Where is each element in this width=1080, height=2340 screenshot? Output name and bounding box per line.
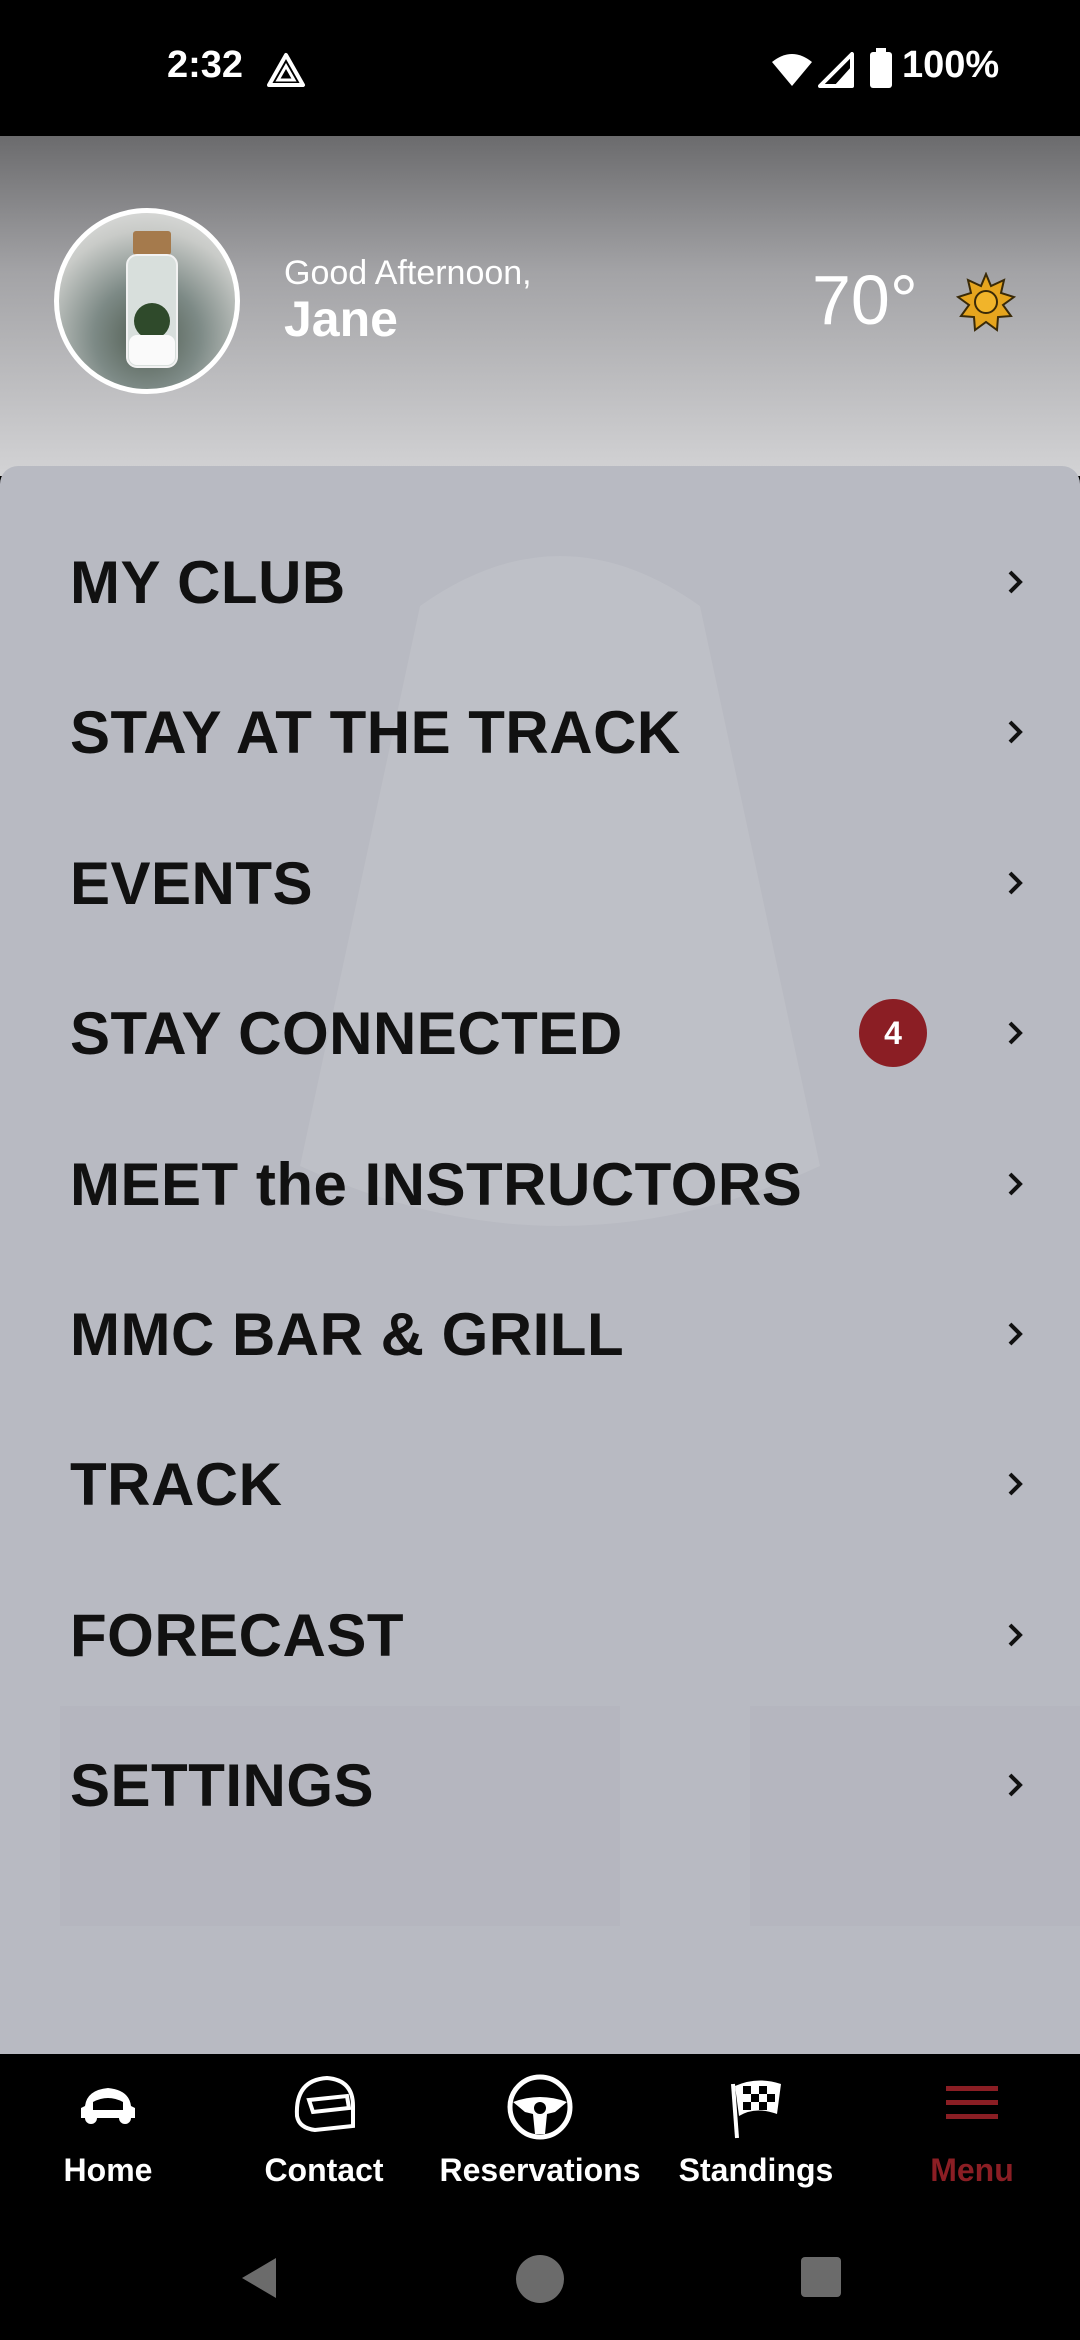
menu-item-label: FORECAST xyxy=(70,1601,404,1669)
nav-label: Contact xyxy=(264,2152,384,2188)
nav-label: Standings xyxy=(678,2152,834,2188)
steering-wheel-icon xyxy=(507,2074,573,2140)
nav-label: Menu xyxy=(930,2152,1014,2188)
chevron-right-icon xyxy=(1008,1021,1023,1045)
wifi-icon xyxy=(772,54,812,86)
chevron-right-icon xyxy=(1008,871,1023,895)
bottom-navigation: Home Contact Reservations Standings Menu xyxy=(0,2054,1080,2224)
nav-tab-menu[interactable]: Menu xyxy=(864,2054,1080,2224)
menu-item-label: MEET the INSTRUCTORS xyxy=(70,1150,803,1218)
greeting-text: Good Afternoon, xyxy=(284,254,532,292)
nav-label: Reservations xyxy=(439,2152,641,2188)
menu-item-label: SETTINGS xyxy=(70,1751,375,1819)
status-time: 2:32 xyxy=(167,44,244,86)
main-menu: MY CLUB STAY AT THE TRACK EVENTS STAY CO… xyxy=(0,466,1080,2054)
system-navigation-bar xyxy=(0,2224,1080,2340)
signal-icon xyxy=(818,52,854,88)
menu-item-label: TRACK xyxy=(70,1450,283,1518)
menu-item-track[interactable]: TRACK xyxy=(0,1409,1080,1559)
menu-item-stay-connected[interactable]: STAY CONNECTED 4 xyxy=(0,958,1080,1108)
chevron-right-icon xyxy=(1008,720,1023,744)
menu-item-label: MY CLUB xyxy=(70,548,346,616)
battery-icon xyxy=(870,48,892,88)
chevron-right-icon xyxy=(1008,570,1023,594)
menu-item-my-club[interactable]: MY CLUB xyxy=(0,507,1080,657)
sun-icon xyxy=(956,272,1016,332)
menu-item-label: MMC BAR & GRILL xyxy=(70,1300,625,1368)
status-bar: 2:32 100% xyxy=(0,0,1080,136)
chevron-right-icon xyxy=(1008,1623,1023,1647)
checkered-flag-icon xyxy=(731,2080,781,2139)
menu-item-meet-the-instructors[interactable]: MEET the INSTRUCTORS xyxy=(0,1109,1080,1259)
profile-header: Good Afternoon, Jane 70° xyxy=(0,136,1080,476)
user-name: Jane xyxy=(284,291,398,347)
notification-badge: 4 xyxy=(859,999,927,1067)
nav-tab-standings[interactable]: Standings xyxy=(648,2054,864,2224)
nav-tab-home[interactable]: Home xyxy=(0,2054,216,2224)
menu-item-stay-at-the-track[interactable]: STAY AT THE TRACK xyxy=(0,657,1080,807)
battery-percentage: 100% xyxy=(902,44,1000,86)
menu-item-label: STAY AT THE TRACK xyxy=(70,698,681,766)
chevron-right-icon xyxy=(1008,1172,1023,1196)
chevron-right-icon xyxy=(1008,1322,1023,1346)
navigation-app-icon xyxy=(267,53,305,87)
chevron-right-icon xyxy=(1008,1773,1023,1797)
helmet-icon xyxy=(294,2075,355,2133)
menu-item-bar-and-grill[interactable]: MMC BAR & GRILL xyxy=(0,1259,1080,1409)
hamburger-menu-icon xyxy=(946,2086,998,2119)
nav-label: Home xyxy=(63,2152,153,2188)
nav-tab-contact[interactable]: Contact xyxy=(216,2054,432,2224)
temperature: 70° xyxy=(812,261,918,339)
chevron-right-icon xyxy=(1008,1472,1023,1496)
menu-item-settings[interactable]: SETTINGS xyxy=(0,1710,1080,1860)
menu-item-label: STAY CONNECTED xyxy=(70,999,623,1067)
recent-apps-icon[interactable] xyxy=(800,2256,842,2298)
menu-item-events[interactable]: EVENTS xyxy=(0,808,1080,958)
home-icon[interactable] xyxy=(515,2254,565,2304)
avatar-photo xyxy=(126,231,178,368)
car-icon xyxy=(81,2088,135,2124)
menu-item-forecast[interactable]: FORECAST xyxy=(0,1560,1080,1710)
nav-tab-reservations[interactable]: Reservations xyxy=(432,2054,648,2224)
menu-item-label: EVENTS xyxy=(70,849,314,917)
avatar[interactable] xyxy=(54,208,240,394)
back-icon[interactable] xyxy=(236,2254,284,2302)
